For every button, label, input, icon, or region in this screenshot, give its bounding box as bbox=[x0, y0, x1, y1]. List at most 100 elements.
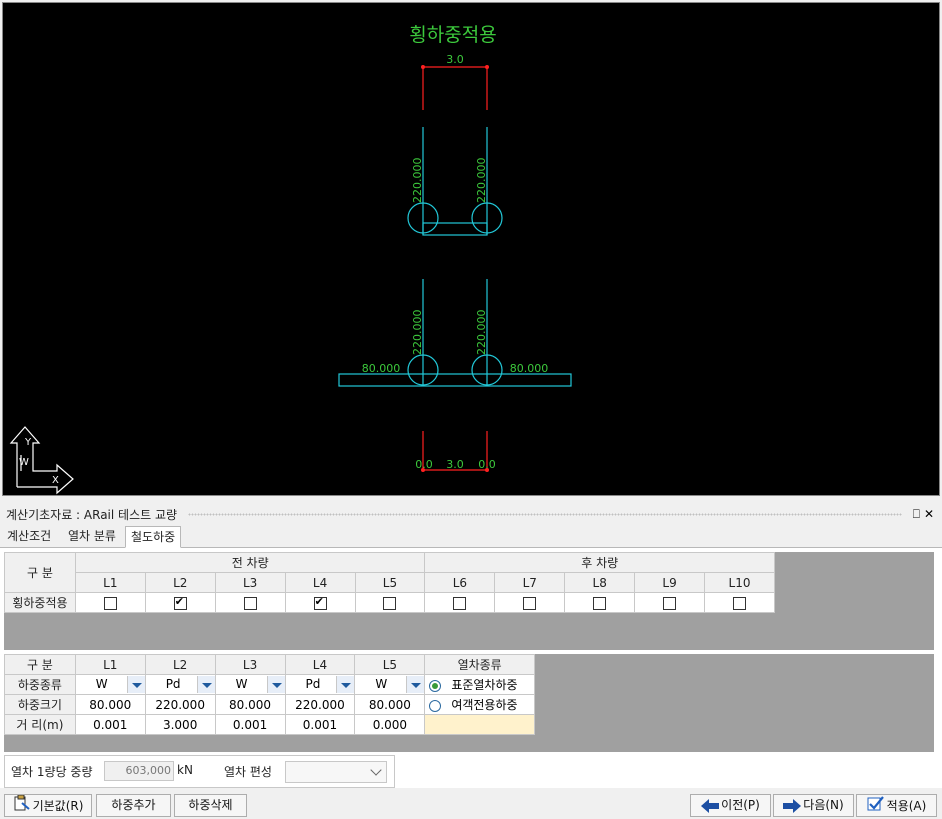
lateral-checkbox[interactable] bbox=[383, 596, 397, 610]
lateral-checkbox[interactable] bbox=[593, 596, 607, 610]
add-load-button[interactable]: 하중추가 bbox=[96, 794, 171, 817]
train-settings-box: 열차 1량당 중량 603,000 kN 열차 편성 bbox=[4, 755, 395, 788]
col-header: L2 bbox=[144, 654, 216, 675]
bottom-mid-label: 3.0 bbox=[446, 458, 464, 471]
load-type-dropdown[interactable]: W bbox=[76, 675, 145, 694]
chevron-down-icon[interactable] bbox=[266, 676, 285, 693]
lateral-checkbox[interactable] bbox=[243, 596, 257, 610]
col-header: L9 bbox=[634, 572, 706, 593]
tab-content: 구 분 전 차량 후 차량 L1 L2 L3 L4 L5 L6 L7 L8 L9… bbox=[0, 548, 942, 788]
col-header: L1 bbox=[74, 654, 146, 675]
radio-passenger-train[interactable]: 여객전용하중 bbox=[424, 694, 535, 715]
chevron-down-icon bbox=[370, 764, 382, 776]
bottom-left-label: 0.0 bbox=[415, 458, 433, 471]
chevron-down-icon[interactable] bbox=[336, 676, 355, 693]
lateral-load-table: 구 분 전 차량 후 차량 L1 L2 L3 L4 L5 L6 L7 L8 L9… bbox=[4, 552, 775, 613]
col-header: L5 bbox=[354, 572, 426, 593]
lateral-checkbox[interactable] bbox=[313, 595, 327, 610]
pin-icon[interactable]: ⎕ bbox=[913, 504, 920, 524]
col-header: L10 bbox=[704, 572, 775, 593]
table1-corner: 구 분 bbox=[4, 552, 76, 593]
row-label-size: 하중크기 bbox=[4, 694, 76, 715]
upper-left-load: 220.000 bbox=[411, 158, 424, 204]
load-size-cell[interactable]: 220.000 bbox=[144, 694, 216, 715]
distance-cell[interactable]: 0.001 bbox=[74, 714, 146, 735]
panel-title: 계산기초자료 : ARail 테스트 교량 bbox=[6, 508, 178, 522]
load-diagram: 횡하중적용 3.0 220.000 220.000 220.000 220.00… bbox=[9, 24, 572, 495]
col-header: L8 bbox=[564, 572, 636, 593]
load-type-value: W bbox=[375, 677, 388, 691]
row-label-lateral: 횡하중적용 bbox=[4, 592, 76, 613]
row-label-type: 하중종류 bbox=[4, 674, 76, 695]
upper-right-load: 220.000 bbox=[475, 158, 488, 204]
lower-left-load: 220.000 bbox=[411, 310, 424, 356]
apply-button[interactable]: 적용(A) bbox=[856, 794, 937, 817]
drawing-canvas[interactable]: 횡하중적용 3.0 220.000 220.000 220.000 220.00… bbox=[2, 2, 940, 496]
default-label: 기본값(R) bbox=[32, 799, 84, 813]
lower-right-load: 220.000 bbox=[475, 310, 488, 356]
lateral-checkbox[interactable] bbox=[733, 596, 747, 610]
load-size-cell[interactable]: 80.000 bbox=[214, 694, 286, 715]
distance-cell[interactable]: 3.000 bbox=[144, 714, 216, 735]
load-type-dropdown[interactable]: W bbox=[355, 675, 425, 694]
col-header: L4 bbox=[284, 572, 356, 593]
bottom-right-label: 0.0 bbox=[478, 458, 496, 471]
checkmark-icon bbox=[867, 795, 885, 818]
load-type-value: Pd bbox=[165, 677, 181, 691]
chevron-down-icon[interactable] bbox=[126, 676, 145, 693]
lateral-checkbox[interactable] bbox=[523, 596, 537, 610]
left-side-load: 80.000 bbox=[362, 362, 401, 375]
tab-bar: 계산조건 열차 분류 철도하중 bbox=[0, 526, 942, 548]
group-rear-header: 후 차량 bbox=[424, 552, 775, 573]
weight-field: 603,000 bbox=[104, 761, 174, 781]
delete-load-button[interactable]: 하중삭제 bbox=[174, 794, 247, 817]
tab-calc-conditions[interactable]: 계산조건 bbox=[2, 526, 56, 546]
load-size-cell[interactable]: 80.000 bbox=[354, 694, 426, 715]
load-type-dropdown[interactable]: W bbox=[216, 675, 285, 694]
lateral-checkbox[interactable] bbox=[173, 595, 187, 610]
axis-y-label: Y bbox=[24, 437, 32, 448]
col-header: L7 bbox=[494, 572, 566, 593]
distance-cell[interactable]: 0.000 bbox=[354, 714, 426, 735]
tab-rail-load[interactable]: 철도하중 bbox=[125, 526, 182, 548]
chevron-down-icon[interactable] bbox=[196, 676, 215, 693]
col-header: L1 bbox=[74, 572, 146, 593]
close-icon[interactable]: ✕ bbox=[924, 504, 934, 524]
lateral-checkbox[interactable] bbox=[103, 596, 117, 610]
radio-standard-icon[interactable] bbox=[429, 679, 442, 692]
next-button[interactable]: 다음(N) bbox=[773, 794, 854, 817]
top-dim-label: 3.0 bbox=[446, 53, 464, 66]
tab-train-class[interactable]: 열차 분류 bbox=[63, 526, 121, 546]
default-button[interactable]: 기본값(R) bbox=[4, 794, 92, 817]
col-header: L4 bbox=[284, 654, 356, 675]
composition-label: 열차 편성 bbox=[224, 765, 272, 779]
lateral-checkbox[interactable] bbox=[663, 596, 677, 610]
load-table: 구 분 L1 L2 L3 L4 L5 열차종류 하중종류 W Pd W Pd W… bbox=[4, 654, 535, 735]
axis-w-label: W bbox=[19, 457, 29, 468]
diagram-title: 횡하중적용 bbox=[409, 24, 496, 46]
load-size-cell[interactable]: 220.000 bbox=[284, 694, 356, 715]
load-type-dropdown[interactable]: Pd bbox=[286, 675, 355, 694]
load-type-dropdown[interactable]: Pd bbox=[146, 675, 215, 694]
radio-passenger-icon[interactable] bbox=[429, 699, 442, 712]
table2-corner: 구 분 bbox=[4, 654, 76, 675]
col-header: L6 bbox=[424, 572, 496, 593]
panel-title-bar: 계산기초자료 : ARail 테스트 교량 ⎕ ✕ bbox=[0, 504, 942, 524]
row-label-distance: 거 리(m) bbox=[4, 714, 76, 735]
train-type-header: 열차종류 bbox=[424, 654, 535, 675]
load-type-value: Pd bbox=[305, 677, 321, 691]
next-label: 다음(N) bbox=[803, 798, 844, 812]
composition-select[interactable] bbox=[285, 761, 387, 783]
prev-button[interactable]: 이전(P) bbox=[690, 794, 771, 817]
distance-cell[interactable]: 0.001 bbox=[284, 714, 356, 735]
chevron-down-icon[interactable] bbox=[406, 676, 425, 693]
radio-standard-train[interactable]: 표준열차하중 bbox=[424, 674, 535, 695]
load-size-cell[interactable]: 80.000 bbox=[74, 694, 146, 715]
right-side-load: 80.000 bbox=[510, 362, 549, 375]
arrow-right-icon bbox=[783, 795, 802, 816]
arrow-left-icon bbox=[701, 795, 720, 816]
axis-x-label: X bbox=[52, 475, 59, 486]
lateral-checkbox[interactable] bbox=[453, 596, 467, 610]
distance-cell[interactable]: 0.001 bbox=[214, 714, 286, 735]
apply-label: 적용(A) bbox=[886, 799, 927, 813]
